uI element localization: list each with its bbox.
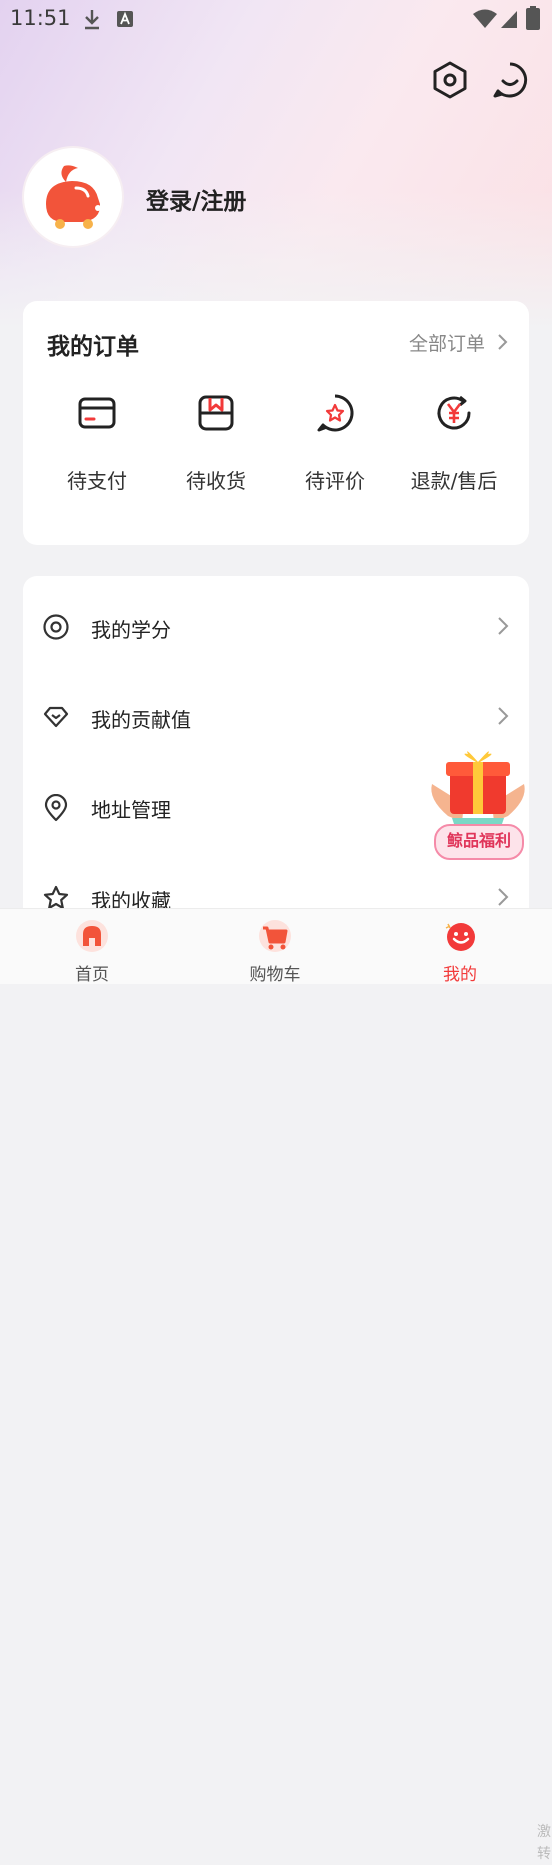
tab-cart[interactable]: 购物车	[215, 909, 335, 985]
settings-icon[interactable]	[430, 60, 470, 100]
review-star-icon	[317, 394, 354, 432]
diamond-icon	[43, 706, 69, 728]
menu-item-label: 地址管理	[91, 798, 171, 822]
order-pending-payment[interactable]: 待支付	[42, 393, 152, 494]
cart-icon	[259, 920, 291, 952]
order-label: 待评价	[305, 469, 365, 493]
edge-overflow-text: 激 转	[537, 1821, 551, 1865]
app-notification-icon	[117, 11, 133, 27]
my-orders-title: 我的订单	[47, 334, 139, 360]
tab-mine[interactable]: 我的	[400, 909, 520, 985]
battery-icon	[526, 6, 540, 30]
edge-text-line: 激	[537, 1824, 551, 1840]
tab-label: 我的	[443, 965, 477, 985]
order-refund[interactable]: 退款/售后	[399, 393, 509, 494]
status-bar: 11:51	[0, 0, 552, 38]
avatar[interactable]	[24, 148, 122, 246]
signal-icon	[501, 11, 517, 28]
order-label: 待支付	[67, 469, 127, 493]
menu-item-credits[interactable]: 我的学分	[23, 596, 529, 656]
welfare-promo-label: 鲸品福利	[434, 824, 524, 860]
home-icon	[76, 920, 108, 952]
smiley-icon	[445, 923, 475, 951]
wifi-icon	[473, 9, 497, 28]
refund-yen-icon	[437, 395, 471, 430]
wallet-icon	[78, 397, 116, 429]
order-pending-receipt[interactable]: 待收货	[161, 393, 271, 494]
tab-home[interactable]: 首页	[32, 909, 152, 985]
download-icon	[85, 10, 99, 30]
whale-logo-icon	[46, 165, 101, 229]
chevron-right-icon	[498, 707, 509, 725]
tab-label: 首页	[75, 965, 109, 985]
status-time: 11:51	[10, 6, 71, 30]
chevron-right-icon	[498, 888, 509, 906]
welfare-promo-badge[interactable]: 鲸品福利	[428, 744, 528, 862]
bottom-tab-bar: 首页 购物车 我的 激 转	[0, 908, 552, 1862]
edge-text-line: 转	[537, 1846, 551, 1862]
chevron-right-icon	[498, 334, 508, 350]
tab-label: 购物车	[249, 965, 301, 985]
all-orders-link[interactable]: 全部订单	[409, 329, 509, 356]
credit-circle-icon	[43, 614, 69, 640]
order-label: 待收货	[186, 469, 246, 493]
my-orders-card: 我的订单 全部订单 待支付 待收货 待评价 退款/售后	[23, 301, 529, 545]
menu-item-label: 我的贡献值	[91, 708, 191, 732]
chevron-right-icon	[498, 617, 509, 635]
customer-service-icon[interactable]	[490, 60, 530, 100]
gift-box-icon	[431, 751, 525, 830]
menu-item-contribution[interactable]: 我的贡献值	[23, 686, 529, 746]
order-label: 退款/售后	[410, 469, 498, 493]
location-pin-icon	[44, 794, 68, 822]
all-orders-label: 全部订单	[408, 333, 485, 355]
login-register-link[interactable]: 登录/注册	[146, 182, 246, 216]
order-pending-review[interactable]: 待评价	[280, 393, 390, 494]
package-icon	[198, 395, 234, 431]
menu-item-label: 我的学分	[91, 618, 171, 642]
